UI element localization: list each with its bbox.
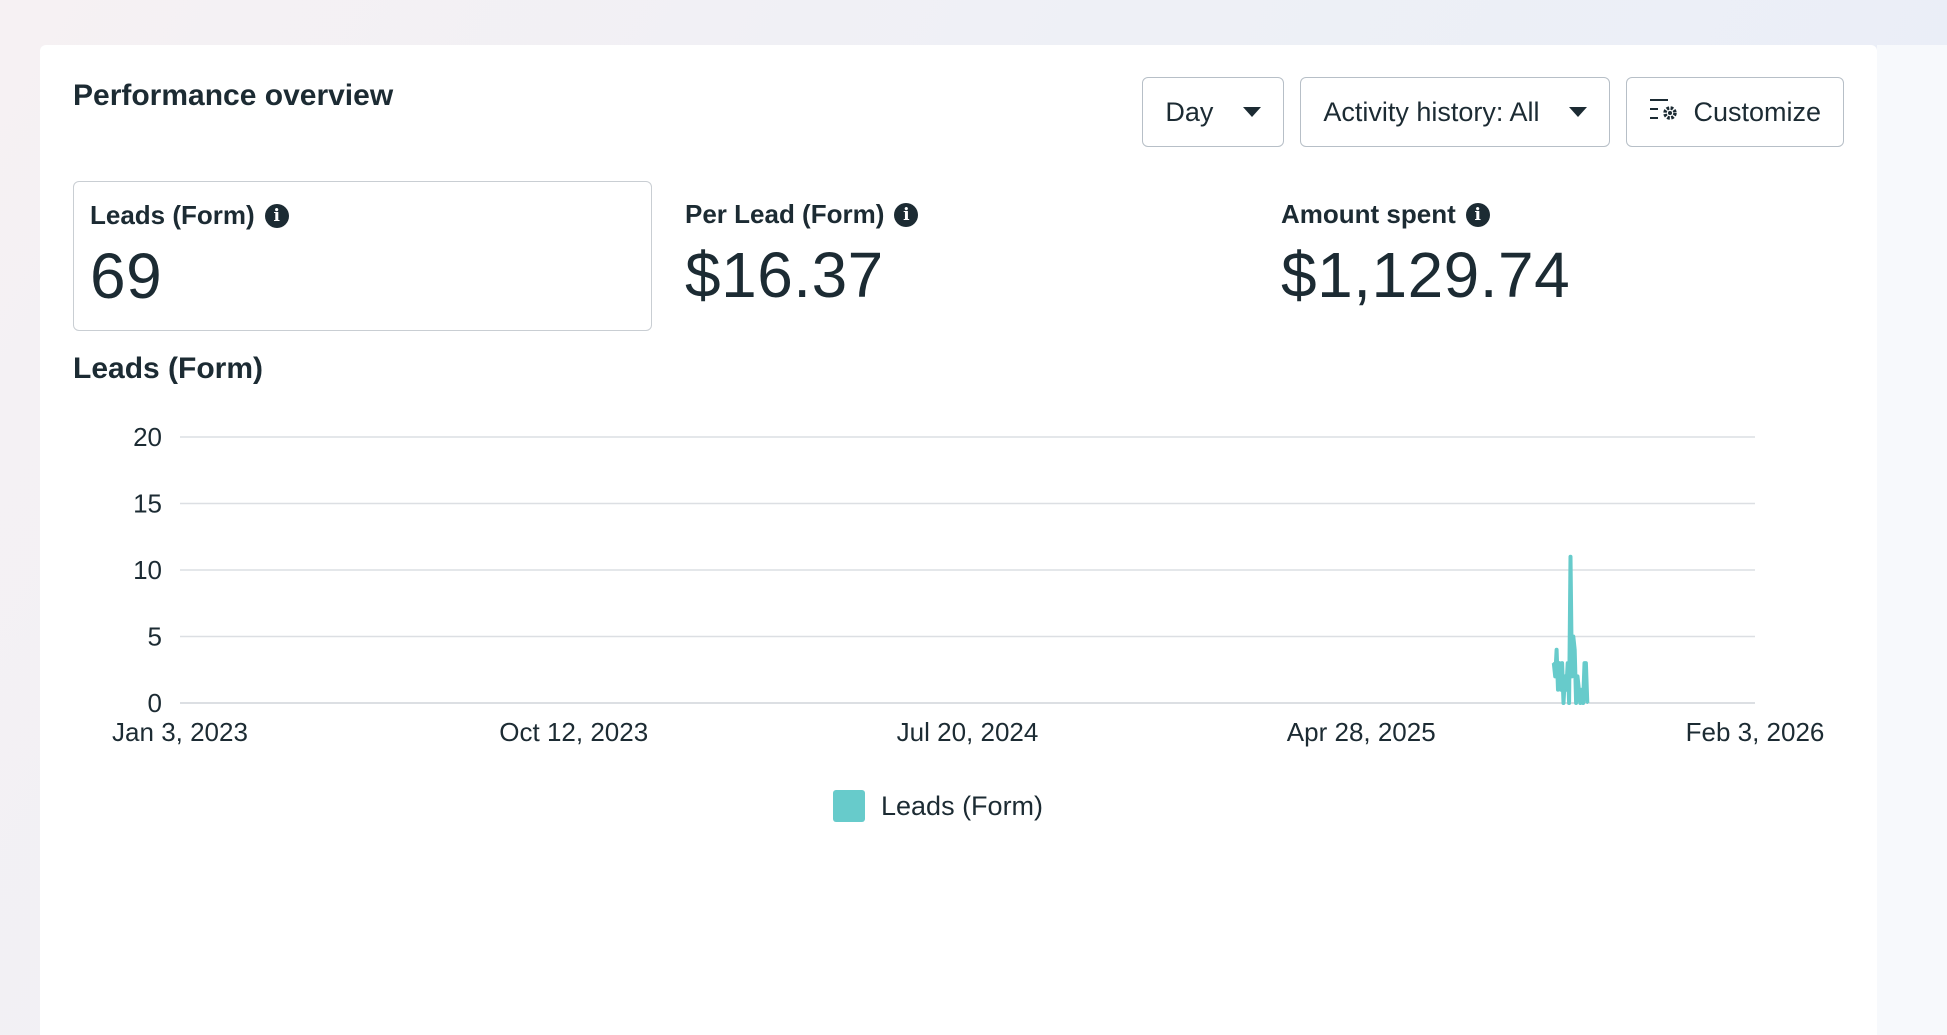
data-point — [1558, 662, 1561, 665]
data-point — [1556, 688, 1559, 691]
data-point — [1577, 688, 1580, 691]
data-point — [1582, 702, 1585, 704]
x-tick-label: Apr 28, 2025 — [1287, 717, 1436, 747]
legend-swatch — [833, 790, 865, 822]
y-tick-label: 15 — [133, 489, 162, 519]
data-point — [1575, 702, 1578, 704]
performance-overview-card: Performance overview Day Activity histor… — [40, 45, 1877, 1035]
x-tick-label: Jan 3, 2023 — [112, 717, 248, 747]
data-point — [1554, 675, 1557, 678]
data-point — [1576, 675, 1579, 678]
data-point — [1566, 662, 1569, 665]
chart-legend[interactable]: Leads (Form) — [833, 790, 1043, 822]
data-point — [1573, 648, 1576, 651]
data-point — [1555, 648, 1558, 651]
data-point — [1565, 688, 1568, 691]
data-point — [1572, 635, 1575, 638]
data-point — [1584, 662, 1587, 665]
y-tick-label: 0 — [148, 688, 162, 718]
y-tick-label: 5 — [148, 622, 162, 652]
data-point — [1586, 702, 1589, 704]
y-tick-label: 10 — [133, 555, 162, 585]
series-line-leads-form — [1551, 554, 1590, 705]
data-point — [1563, 675, 1566, 678]
data-point — [1569, 555, 1572, 558]
x-tick-label: Jul 20, 2024 — [897, 717, 1039, 747]
data-point — [1579, 702, 1582, 704]
x-tick-label: Feb 3, 2026 — [1686, 717, 1825, 747]
data-point — [1570, 675, 1573, 678]
data-point — [1559, 688, 1562, 691]
data-point — [1561, 662, 1564, 665]
data-point — [1568, 702, 1571, 704]
leads-line-chart: 0 5 10 15 20 Jan 3, 2023 Oct 12, 2023 Jul 20, 2… — [112, 422, 1825, 747]
x-tick-label: Oct 12, 2023 — [499, 717, 648, 747]
side-panel-edge — [1877, 45, 1947, 1035]
legend-label: Leads (Form) — [881, 790, 1044, 821]
data-point — [1552, 662, 1555, 665]
data-point — [1580, 688, 1583, 691]
y-tick-label: 20 — [133, 422, 162, 452]
data-point — [1562, 702, 1565, 704]
